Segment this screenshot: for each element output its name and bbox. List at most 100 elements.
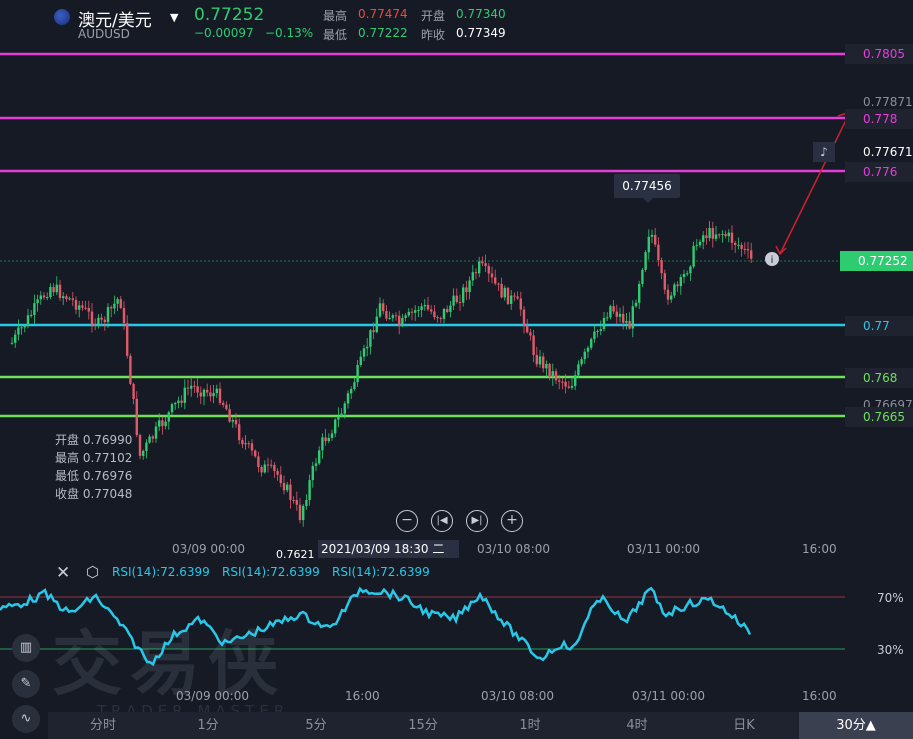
- level-label-0-7665[interactable]: 0.7665: [845, 407, 913, 427]
- candle-body: [529, 332, 532, 336]
- tab-timeframe-15m[interactable]: 15分: [388, 712, 458, 739]
- candle-body: [558, 380, 561, 382]
- candle-body: [199, 392, 202, 397]
- candle-body: [241, 440, 244, 445]
- candle-body: [628, 320, 631, 329]
- candle-body: [366, 346, 369, 349]
- high-value: 0.77474: [358, 7, 408, 21]
- candle-body: [282, 483, 286, 491]
- settings-icon[interactable]: ⬡: [86, 563, 99, 581]
- candle-body: [714, 234, 718, 239]
- tab-timeframe-30m-selected[interactable]: 30分▲: [799, 712, 913, 739]
- candle-body: [730, 232, 734, 243]
- candle-body: [618, 313, 622, 317]
- candle-body: [119, 299, 122, 308]
- candle-body: [154, 426, 158, 439]
- bell-icon[interactable]: ♪: [813, 142, 835, 162]
- candle-body: [58, 284, 62, 299]
- candle-body: [737, 244, 740, 246]
- level-label-0-776[interactable]: 0.776: [845, 162, 913, 182]
- candle-type-icon[interactable]: ▥: [12, 634, 40, 662]
- candle-body: [266, 464, 270, 466]
- candle-body: [446, 308, 449, 312]
- zoom-out-icon[interactable]: −: [396, 510, 418, 532]
- candle-body: [615, 311, 618, 317]
- candle-body: [513, 295, 516, 297]
- candle-body: [225, 404, 228, 410]
- step-forward-icon[interactable]: ▶|: [466, 510, 488, 532]
- x-label-1: 03/09 00:00: [172, 542, 245, 556]
- candle-body: [321, 437, 324, 451]
- level-label-0-778[interactable]: 0.778: [845, 109, 913, 129]
- candle-body: [586, 347, 590, 352]
- close-icon[interactable]: ✕: [56, 563, 70, 583]
- rsi-level-70: 70%: [877, 591, 904, 605]
- level-label-0-7805[interactable]: 0.7805: [845, 44, 913, 64]
- rsi-x-label-5: 16:00: [802, 689, 837, 703]
- rsi-x-label-3: 03/10 08:00: [481, 689, 554, 703]
- trend-arrow[interactable]: [779, 112, 845, 255]
- candle-body: [138, 435, 142, 456]
- arrow-head-start: [775, 245, 787, 256]
- price-change: −0.00097: [194, 26, 254, 40]
- candle-body: [132, 383, 135, 399]
- tab-timeframe-fenshi[interactable]: 分时: [68, 712, 138, 739]
- x-label-2: 03/10 08:00: [477, 542, 550, 556]
- candle-body: [122, 307, 126, 324]
- candle-body: [186, 387, 190, 389]
- zoom-in-icon[interactable]: +: [501, 510, 523, 532]
- candle-body: [625, 320, 628, 323]
- candle-body: [145, 442, 148, 452]
- high-label: 最高: [323, 9, 348, 23]
- candle-body: [551, 371, 554, 377]
- pencil-icon[interactable]: ✎: [12, 670, 40, 698]
- x-label-3: 03/11 00:00: [627, 542, 700, 556]
- candle-body: [343, 403, 346, 414]
- x-label-4: 16:00: [802, 542, 837, 556]
- candle-body: [327, 437, 330, 442]
- candle-body: [161, 420, 164, 427]
- ohlc-high: 最高 0.77102: [55, 451, 133, 465]
- candle-body: [404, 315, 407, 318]
- ohlc-close: 收盘 0.77048: [55, 487, 133, 501]
- candle-body: [298, 504, 302, 521]
- candle-body: [481, 261, 484, 264]
- rsi-chart[interactable]: [0, 584, 845, 712]
- candle-body: [346, 393, 350, 404]
- tab-timeframe-1m[interactable]: 1分: [173, 712, 243, 739]
- candle-body: [350, 388, 353, 394]
- quote-header: 澳元/美元 ▼ AUDUSD 0.77252 −0.00097 −0.13% 最…: [0, 0, 913, 46]
- candle-body: [68, 298, 71, 300]
- candle-body: [167, 412, 170, 422]
- indicator-icon[interactable]: ∿: [12, 705, 40, 733]
- candle-body: [378, 303, 382, 317]
- candle-body: [247, 443, 250, 445]
- candle-body: [478, 261, 481, 274]
- tab-timeframe-4h[interactable]: 4时: [602, 712, 672, 739]
- candle-body: [410, 311, 414, 313]
- candle-body: [87, 307, 90, 312]
- candle-body: [84, 307, 87, 309]
- level-label-0-768[interactable]: 0.768: [845, 368, 913, 388]
- tab-timeframe-1h[interactable]: 1时: [495, 712, 565, 739]
- step-back-icon[interactable]: |◀: [431, 510, 453, 532]
- candle-body: [433, 311, 436, 318]
- tab-timeframe-5m[interactable]: 5分: [281, 712, 351, 739]
- candle-body: [62, 296, 65, 299]
- candle-body: [426, 304, 430, 310]
- tab-timeframe-daily[interactable]: 日K: [709, 712, 779, 739]
- level-label-0-77[interactable]: 0.77: [845, 316, 913, 336]
- candle-body: [721, 233, 724, 235]
- candle-body: [250, 443, 254, 451]
- price-change-percent: −0.13%: [265, 26, 314, 40]
- candle-body: [10, 342, 14, 344]
- candle-body: [65, 296, 68, 300]
- rsi-label-3: RSI(14):72.6399: [332, 565, 430, 579]
- candle-body: [666, 289, 670, 300]
- candle-body: [631, 306, 634, 329]
- candle-body: [490, 273, 494, 278]
- candle-body: [113, 303, 116, 309]
- candle-body: [295, 500, 298, 505]
- candle-body: [90, 311, 94, 325]
- chevron-down-icon[interactable]: ▼: [170, 11, 178, 24]
